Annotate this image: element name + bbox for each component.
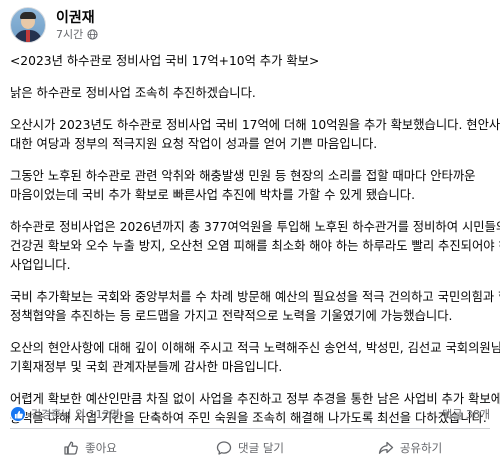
post-line: 대한 여당과 정부의 적극지원 요청 작업이 성과를 얻어 기쁜 마음입니다.: [10, 137, 378, 151]
post-paragraph: 오산의 현안사항에 대해 깊이 이해해 주시고 적극 노력해주신 송언석, 박성…: [10, 339, 500, 377]
share-label: 공유하기: [399, 441, 443, 455]
post-paragraph: <2023년 하수관로 정비사업 국비 17억+10억 추가 확보>: [10, 52, 494, 71]
post-time[interactable]: 7시간: [56, 28, 83, 42]
post-paragraph: 국비 추가확보는 국회와 중앙부처를 수 차례 방문해 예산의 필요성을 적극 …: [10, 288, 500, 326]
post-line: 오산의 현안사항에 대해 깊이 이해해 주시고 적극 노력해주신 송언석, 박성…: [10, 341, 500, 355]
reaction-text: 김경훈님 외 112명: [31, 408, 120, 421]
comment-button[interactable]: 댓글 달기: [170, 430, 330, 466]
post-line: <2023년 하수관로 정비사업 국비 17억+10억 추가 확보>: [10, 54, 320, 68]
post-text: <2023년 하수관로 정비사업 국비 17억+10억 추가 확보> 낡은 하수관…: [10, 52, 500, 441]
like-reaction-icon: [10, 406, 26, 422]
like-icon: [64, 441, 79, 455]
reaction-summary[interactable]: 김경훈님 외 112명: [10, 404, 120, 424]
post-line: 그동안 노후된 하수관로 관련 악취와 해충발생 민원 등 현장의 소리를 접할…: [10, 169, 476, 183]
post-line: 기획재정부 및 국회 관계자분들께 감사한 마음입니다.: [10, 360, 283, 374]
post-paragraph: 하수관로 정비사업은 2026년까지 총 377여억원을 투입해 노후된 하수관…: [10, 218, 500, 275]
post-header: 이권재 7시간: [10, 5, 98, 45]
avatar[interactable]: [10, 7, 46, 43]
globe-icon: [87, 29, 98, 40]
post-line: 오산시가 2023년도 하수관로 정비사업 국비 17억에 더해 10억원을 추…: [10, 118, 500, 132]
post-line: 낡은 하수관로 정비사업 조속히 추진하겠습니다.: [10, 86, 256, 100]
post-line: 하수관로 정비사업은 2026년까지 총 377여억원을 투입해 노후된 하수관…: [10, 220, 500, 234]
like-button[interactable]: 좋아요: [10, 430, 170, 466]
share-button[interactable]: 공유하기: [330, 430, 490, 466]
post-line: 국비 추가확보는 국회와 중앙부처를 수 차례 방문해 예산의 필요성을 적극 …: [10, 290, 500, 304]
comment-count[interactable]: 댓글 38개: [442, 406, 490, 422]
post-line: 사업입니다.: [10, 258, 71, 272]
post-paragraph: 오산시가 2023년도 하수관로 정비사업 국비 17억에 더해 10억원을 추…: [10, 116, 500, 154]
post-paragraph: 그동안 노후된 하수관로 관련 악취와 해충발생 민원 등 현장의 소리를 접할…: [10, 167, 494, 205]
post-line: 정책협약을 추진하는 등 로드맵을 가지고 전략적으로 노력을 기울였기에 가능…: [10, 309, 453, 323]
divider: [10, 428, 490, 429]
comment-label: 댓글 달기: [238, 441, 284, 455]
author-name[interactable]: 이권재: [56, 9, 98, 27]
share-icon: [378, 441, 393, 454]
action-bar: 좋아요 댓글 달기 공유하기: [10, 430, 490, 466]
author-block: 이권재 7시간: [56, 9, 98, 42]
comment-icon: [216, 441, 232, 455]
like-label: 좋아요: [85, 441, 117, 455]
post-paragraph: 낡은 하수관로 정비사업 조속히 추진하겠습니다.: [10, 84, 494, 103]
post-line: 건강권 확보와 오수 누출 방지, 오산천 오염 피해를 최소화 해야 하는 하…: [10, 239, 500, 253]
post-line: 마음이었는데 국비 추가 확보로 빠른사업 추진에 박차를 가할 수 있게 됐습…: [10, 188, 416, 202]
post-meta: 7시간: [56, 28, 98, 42]
